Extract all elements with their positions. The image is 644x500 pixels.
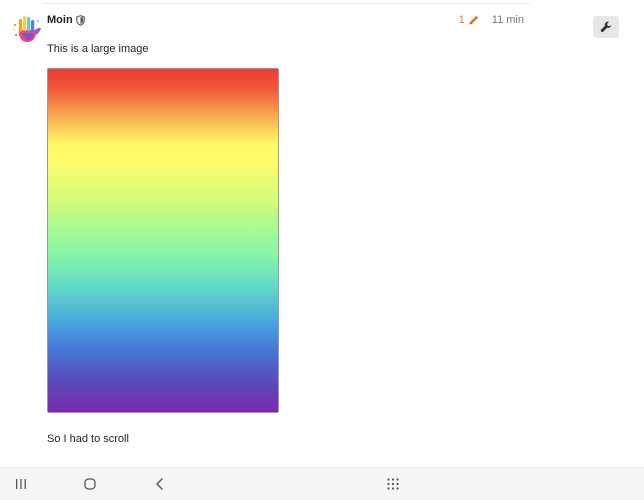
post-image[interactable]	[47, 68, 279, 413]
back-button[interactable]	[151, 476, 169, 492]
post-timestamp[interactable]: 11 min	[492, 14, 524, 26]
user-avatar[interactable]	[10, 13, 42, 45]
pencil-icon	[469, 15, 479, 25]
system-nav-bar	[0, 467, 644, 500]
home-icon	[84, 478, 96, 490]
admin-actions-button[interactable]	[593, 16, 619, 38]
recents-icon	[16, 479, 26, 489]
recents-button[interactable]	[12, 476, 30, 492]
post-text-intro: This is a large image	[47, 43, 149, 55]
app-grid-button[interactable]	[384, 476, 402, 492]
back-icon	[156, 478, 163, 490]
post-text-outro: So I had to scroll	[47, 433, 129, 445]
edit-count: 1	[458, 14, 465, 26]
author-row: Moin	[47, 12, 85, 28]
app-grid-icon	[387, 478, 399, 490]
top-divider	[42, 3, 530, 4]
wrench-icon	[600, 21, 612, 33]
hand-avatar-icon	[13, 16, 41, 43]
username[interactable]: Moin	[47, 14, 73, 26]
page: Moin 1 11 min This is a large image So I…	[0, 0, 644, 500]
home-button[interactable]	[81, 476, 99, 492]
shield-icon	[75, 14, 85, 26]
edit-history-button[interactable]: 1	[459, 14, 480, 26]
post-meta: 1 11 min	[459, 12, 524, 28]
